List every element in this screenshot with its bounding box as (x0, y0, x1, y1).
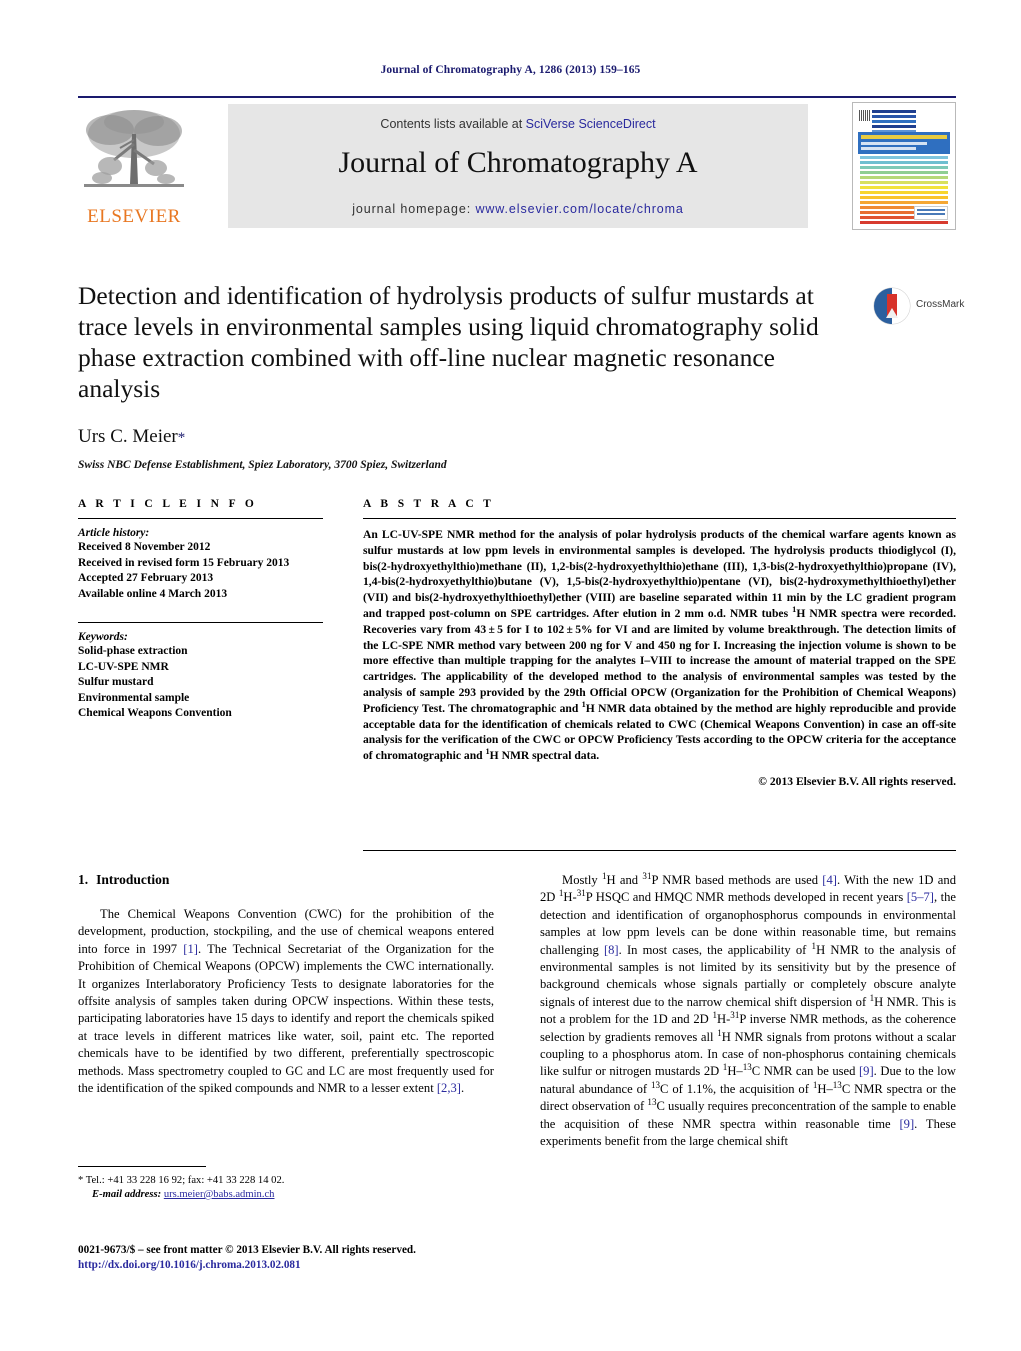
article-info-rule (78, 518, 323, 519)
keyword-item: Environmental sample (78, 691, 190, 704)
keywords-label: Keywords: (78, 631, 128, 643)
section-number: 1. (78, 872, 89, 887)
footnote-telephone: * Tel.: +41 33 228 16 92; fax: +41 33 22… (78, 1175, 285, 1186)
author-name: Urs C. Meier* (78, 426, 956, 448)
section-title: Introduction (96, 872, 170, 887)
cover-publisher-badge (914, 206, 948, 220)
keywords-rule (78, 622, 323, 623)
cover-artwork (858, 108, 950, 224)
page-title: Detection and identification of hydrolys… (78, 281, 819, 403)
title-block: Detection and identification of hydrolys… (78, 280, 964, 471)
abstract-column: A B S T R A C T An LC-UV-SPE NMR method … (363, 498, 956, 788)
journal-title: Journal of Chromatography A (338, 146, 698, 179)
issn-front-matter: 0021-9673/$ – see front matter © 2013 El… (78, 1244, 416, 1256)
journal-homepage-line: journal homepage: www.elsevier.com/locat… (228, 202, 808, 216)
history-revised: Received in revised form 15 February 201… (78, 556, 290, 569)
footnote-email: E-mail address: urs.meier@babs.admin.ch (78, 1188, 494, 1202)
keyword-item: LC-UV-SPE NMR (78, 660, 169, 673)
abstract-text: An LC-UV-SPE NMR method for the analysis… (363, 528, 956, 763)
elsevier-tree-icon (84, 110, 184, 187)
citation-link[interactable]: [1] (183, 942, 198, 956)
contents-lists-line: Contents lists available at SciVerse Sci… (228, 117, 808, 131)
section-heading-introduction: 1. Introduction (78, 872, 494, 888)
history-accepted: Accepted 27 February 2013 (78, 572, 214, 584)
citation-link[interactable]: [9] (899, 1117, 914, 1131)
cover-title-band (858, 132, 950, 154)
issn-doi-block: 0021-9673/$ – see front matter © 2013 El… (78, 1243, 598, 1273)
crossmark-label: CrossMark (916, 299, 965, 310)
keyword-item: Solid-phase extraction (78, 645, 188, 657)
masthead-top-rule (78, 96, 956, 98)
elsevier-logo: ELSEVIER (78, 104, 190, 228)
running-head: Journal of Chromatography A, 1286 (2013)… (380, 64, 641, 76)
history-online: Available online 4 March 2013 (78, 587, 228, 600)
affiliation: Swiss NBC Defense Establishment, Spiez L… (78, 459, 447, 471)
paper-page: Journal of Chromatography A, 1286 (2013)… (0, 0, 1021, 1351)
crossmark-icon (873, 287, 911, 325)
homepage-url-link[interactable]: www.elsevier.com/locate/chroma (475, 202, 683, 216)
abstract-copyright: © 2013 Elsevier B.V. All rights reserved… (758, 774, 956, 788)
doi-link[interactable]: http://dx.doi.org/10.1016/j.chroma.2013.… (78, 1258, 598, 1273)
email-label: E-mail address: (92, 1189, 162, 1200)
journal-cover-thumbnail (852, 102, 956, 230)
email-link[interactable]: urs.meier@babs.admin.ch (164, 1189, 275, 1200)
footnote-rule (78, 1166, 206, 1167)
introduction-paragraph-left: The Chemical Weapons Convention (CWC) fo… (78, 907, 494, 1096)
footnote-area: * Tel.: +41 33 228 16 92; fax: +41 33 22… (78, 1166, 494, 1202)
article-history-label: Article history: (78, 527, 150, 539)
sciencedirect-link[interactable]: SciVerse ScienceDirect (526, 117, 656, 131)
abstract-heading: A B S T R A C T (363, 498, 495, 510)
keyword-item: Sulfur mustard (78, 676, 154, 688)
citation-link[interactable]: [2,3] (437, 1081, 461, 1095)
author-label: Urs C. Meier (78, 426, 178, 447)
body-right-column: Mostly 1H and 31P NMR based methods are … (540, 870, 957, 1151)
elsevier-wordmark: ELSEVIER (87, 206, 181, 227)
body-left-column: 1. Introduction The Chemical Weapons Conv… (78, 872, 494, 1097)
abstract-rule (363, 518, 956, 519)
cover-qr-icon (859, 110, 870, 121)
abstract-bottom-rule (363, 850, 956, 851)
history-received: Received 8 November 2012 (78, 541, 211, 553)
homepage-label: journal homepage: (352, 202, 476, 216)
article-info-column: A R T I C L E I N F O Article history: R… (78, 498, 323, 722)
article-info-heading: A R T I C L E I N F O (78, 498, 258, 510)
citation-link[interactable]: [5–7] (907, 890, 934, 904)
introduction-paragraph-right: Mostly 1H and 31P NMR based methods are … (540, 870, 957, 1149)
citation-link[interactable]: [4] (822, 873, 837, 887)
journal-banner: Contents lists available at SciVerse Sci… (228, 104, 808, 228)
journal-masthead: ELSEVIER Contents lists available at Sci… (78, 96, 956, 231)
crossmark-badge[interactable]: CrossMark (872, 284, 964, 330)
author-correspondence-marker: * (177, 430, 186, 446)
contents-lists-prefix: Contents lists available at (380, 117, 526, 131)
keyword-item: Chemical Weapons Convention (78, 707, 232, 719)
citation-link[interactable]: [8] (604, 943, 619, 957)
citation-link[interactable]: [9] (859, 1064, 874, 1078)
